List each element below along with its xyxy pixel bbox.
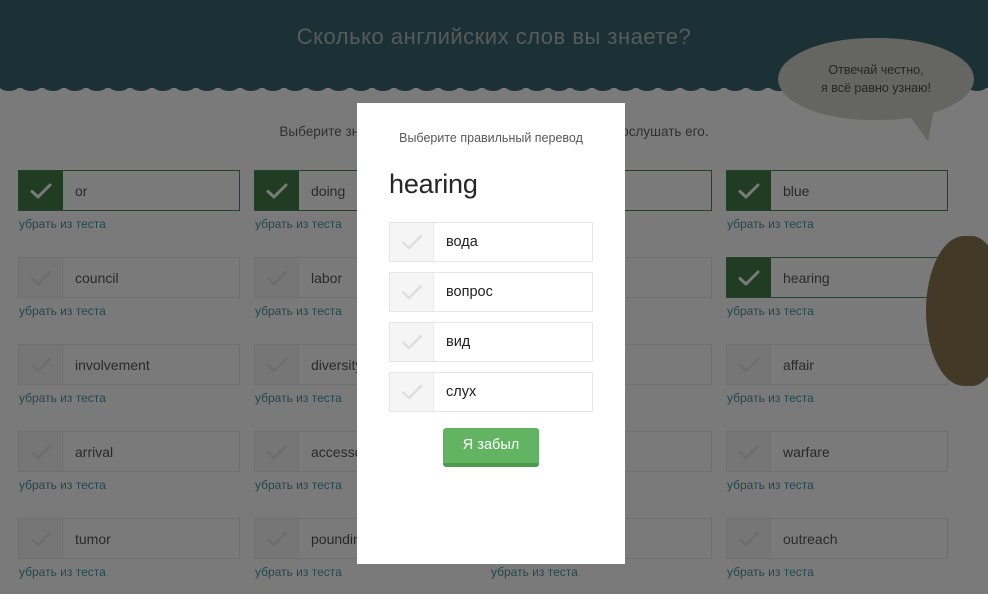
option-label: вопрос [446, 284, 493, 300]
option-checkbox[interactable] [390, 273, 434, 311]
forgot-button[interactable]: Я забыл [442, 428, 540, 467]
modal-subtitle: Выберите правильный перевод [399, 131, 583, 145]
translation-option[interactable]: вода [389, 222, 593, 262]
modal-options-list: вода вопрос вид слух [389, 222, 593, 412]
option-checkbox[interactable] [390, 373, 434, 411]
checkmark-icon [401, 284, 422, 300]
option-checkbox[interactable] [390, 223, 434, 261]
checkmark-icon [401, 334, 422, 350]
option-label: вода [446, 234, 478, 250]
checkmark-icon [401, 384, 422, 400]
forgot-button-wrap: Я забыл [389, 428, 593, 467]
translation-option[interactable]: вид [389, 322, 593, 362]
option-label: вид [446, 334, 471, 350]
checkmark-icon [401, 234, 422, 250]
translation-modal: Выберите правильный перевод hearing вода… [357, 103, 625, 564]
translation-option[interactable]: слух [389, 372, 593, 412]
app-root: Выберите знакомые слова, нажмите на слов… [0, 0, 988, 594]
translation-option[interactable]: вопрос [389, 272, 593, 312]
modal-word: hearing [389, 169, 478, 199]
option-label: слух [446, 384, 477, 400]
option-checkbox[interactable] [390, 323, 434, 361]
